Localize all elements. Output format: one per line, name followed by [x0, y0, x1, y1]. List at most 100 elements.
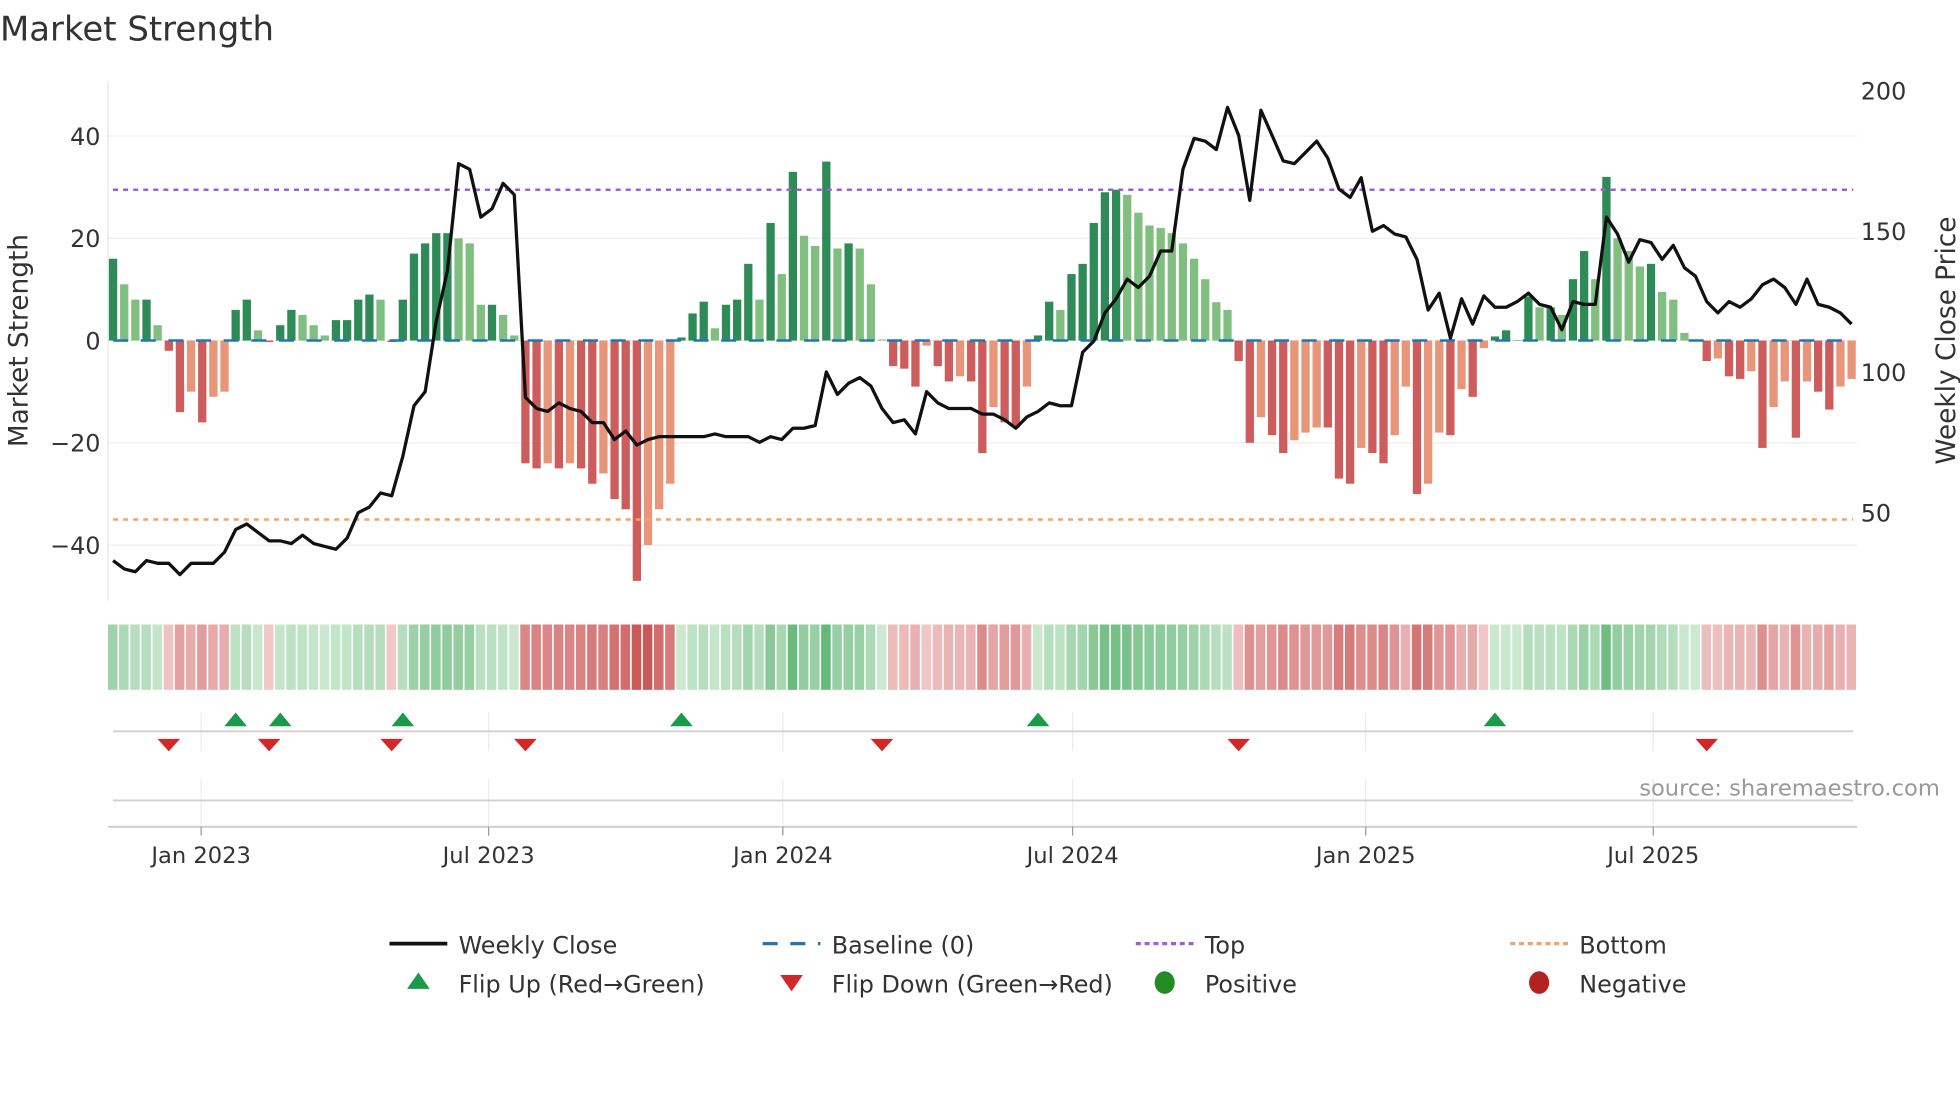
strength-bar: [1256, 340, 1266, 418]
heat-strip-cell: [397, 624, 408, 690]
heat-strip-cell: [1122, 624, 1132, 690]
y-axis-label: Market Strength: [5, 234, 35, 447]
heat-strip-cell: [821, 624, 831, 690]
strength-bar: [1624, 251, 1633, 341]
strength-bar: [164, 340, 173, 351]
strength-bar: [1713, 340, 1723, 359]
strength-bar: [655, 340, 664, 510]
heat-strip-cell: [486, 624, 497, 690]
strength-bar: [498, 314, 508, 341]
strength-bar: [108, 258, 118, 341]
heat-strip-cell: [1578, 624, 1589, 690]
strength-bar: [398, 299, 407, 341]
heat-strip-cell: [587, 624, 597, 690]
strength-bar: [833, 248, 842, 341]
flip-down-marker: [1695, 738, 1719, 752]
strength-bar: [877, 339, 887, 341]
heat-strip-cell: [776, 624, 787, 690]
strength-bar: [1345, 340, 1355, 484]
legend-circle-icon: [1154, 971, 1175, 994]
strength-bar: [1145, 225, 1154, 341]
heat-strip-cell: [152, 624, 163, 690]
heat-strip-cell: [575, 624, 586, 690]
heat-strip-cell: [341, 624, 352, 690]
heat-strip-cell: [932, 624, 943, 690]
heat-strip-cell: [1735, 624, 1745, 690]
strength-bar: [1769, 340, 1778, 408]
heat-strip-cell: [520, 624, 530, 690]
flip-up-marker: [224, 712, 247, 727]
strength-bar: [220, 340, 229, 392]
legend-triangle-down-icon: [780, 975, 803, 992]
strength-bar: [1724, 340, 1734, 377]
heat-strip-cell: [1322, 624, 1333, 690]
strength-bar: [621, 340, 630, 510]
y2-axis-label: Weekly Close Price: [1932, 216, 1960, 464]
flip-up-marker: [391, 712, 415, 727]
flip-down-marker: [380, 738, 403, 752]
heat-strip-cell: [531, 624, 541, 690]
heat-strip-cell: [910, 624, 920, 690]
strength-bar: [276, 325, 285, 341]
strength-bar: [175, 340, 185, 413]
strength-bar: [487, 304, 497, 341]
strength-bar: [978, 340, 987, 454]
legend-label: Weekly Close: [459, 932, 618, 960]
heat-strip-cell: [1534, 624, 1544, 690]
heat-strip-cell: [119, 624, 129, 690]
legend-label: Positive: [1205, 971, 1297, 999]
strength-bars: [108, 161, 1856, 581]
heat-strip-cell: [1188, 624, 1199, 690]
heat-strip-cell: [977, 624, 987, 690]
strength-bar: [1457, 340, 1466, 390]
heat-strip-cell: [509, 624, 519, 690]
heat-strip-cell: [1801, 624, 1812, 690]
heat-strip-cell: [174, 624, 185, 690]
heat-strip-cell: [1601, 624, 1611, 690]
strength-bar: [209, 340, 218, 397]
heat-strip-cell: [1088, 624, 1099, 690]
heat-strip-cell: [252, 624, 263, 690]
strength-bar: [1435, 340, 1444, 433]
strength-bar: [1056, 309, 1065, 341]
heat-strip-cell: [141, 624, 151, 690]
heat-strip-cell: [1690, 624, 1700, 690]
heat-strip-cell: [1400, 624, 1411, 690]
source-label: source: sharemaestro.com: [1639, 775, 1940, 801]
heat-strip-cell: [1645, 624, 1656, 690]
y2-tick-label: 150: [1861, 218, 1907, 246]
heat-strip-cell: [419, 624, 430, 690]
strength-bar: [1189, 258, 1199, 341]
heat-strip-cell: [1467, 624, 1478, 690]
heat-strip-cell: [542, 624, 553, 690]
heat-strip-cell: [1010, 624, 1021, 690]
heat-strip-cell: [1456, 624, 1466, 690]
strength-bar: [1368, 340, 1377, 454]
strength-heat-strip: [107, 624, 1856, 690]
strength-bar: [699, 301, 708, 341]
strength-bar: [788, 171, 798, 341]
y2-tick-label: 100: [1861, 359, 1907, 387]
heat-strip-cell: [1790, 624, 1801, 690]
strength-bar: [565, 340, 575, 464]
heat-strip-cell: [665, 624, 675, 690]
heat-strip-cell: [1723, 624, 1734, 690]
strength-bar: [1412, 340, 1422, 494]
heat-strip-cell: [798, 624, 809, 690]
heat-strip-cell: [1378, 624, 1388, 690]
strength-bar: [967, 340, 976, 382]
strength-bar: [1446, 340, 1455, 436]
heat-strip-cell: [1177, 624, 1188, 690]
heat-strip-cell: [865, 624, 876, 690]
strength-bar: [799, 235, 809, 341]
strength-bar: [1089, 222, 1098, 341]
strength-bar: [1067, 274, 1076, 341]
strength-bar: [1602, 176, 1611, 341]
strength-bar: [1657, 291, 1667, 341]
heat-strip-cell: [1623, 624, 1634, 690]
heat-strip-cell: [1813, 624, 1823, 690]
heat-strip-cell: [653, 624, 664, 690]
strength-bar: [866, 284, 876, 341]
strength-bar: [186, 340, 196, 392]
heat-strip-cell: [1779, 624, 1790, 690]
